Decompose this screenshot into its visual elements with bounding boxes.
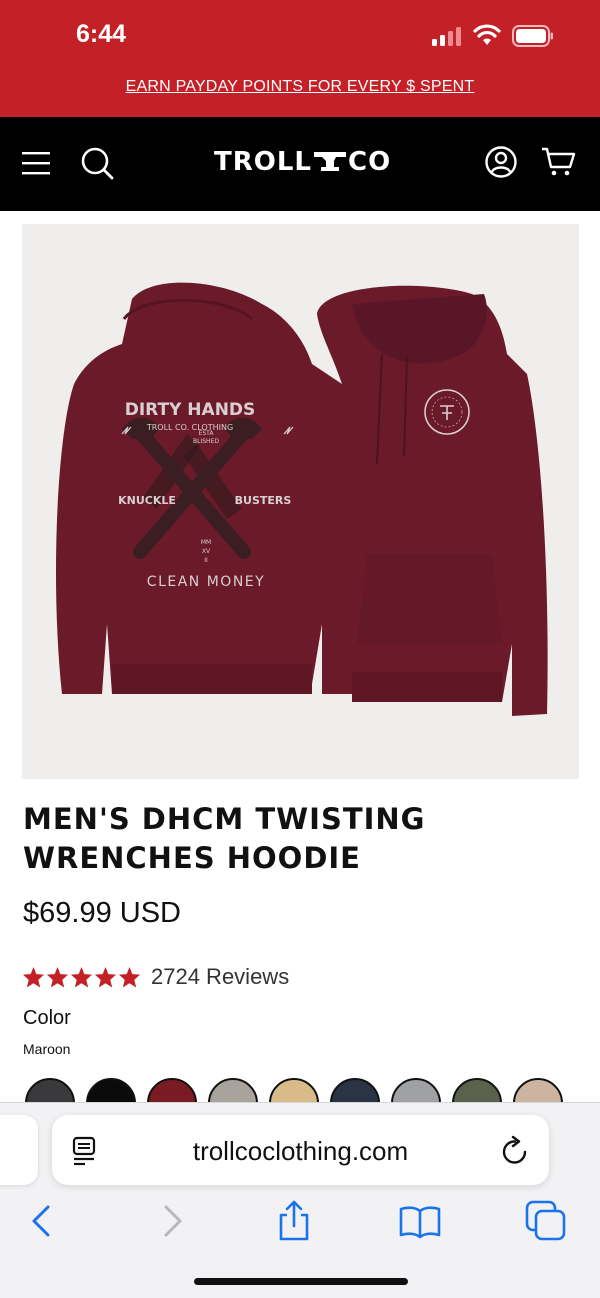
- wifi-icon: [473, 24, 501, 45]
- selected-color: Maroon: [23, 1041, 71, 1057]
- print-arc-top: DIRTY HANDS: [125, 400, 256, 420]
- star-icon: [22, 966, 45, 988]
- cellular-signal-icon: [432, 27, 461, 46]
- site-header: TROLL CO: [0, 117, 600, 211]
- cart-icon[interactable]: [540, 145, 576, 179]
- print-year3: II: [204, 557, 208, 564]
- print-year1: MM: [201, 539, 211, 546]
- product-rating[interactable]: 2724 Reviews: [22, 962, 289, 992]
- logo-text-left: TROLL: [214, 147, 312, 177]
- color-label: Color: [23, 1007, 71, 1029]
- print-est: ESTA: [199, 430, 215, 437]
- star-icon: [94, 966, 117, 988]
- browser-bottom-bar: trollcoclothing.com: [0, 1102, 600, 1298]
- print-bottom: CLEAN MONEY: [147, 574, 265, 590]
- star-icon: [70, 966, 93, 988]
- address-bar[interactable]: trollcoclothing.com: [52, 1115, 549, 1185]
- hoodie-illustration: DIRTY HANDS TROLL CO. CLOTHING ESTA BLIS…: [55, 282, 548, 716]
- print-year2: XV: [202, 548, 211, 555]
- review-count[interactable]: 2724 Reviews: [151, 964, 289, 990]
- logo-text-right: CO: [348, 147, 392, 177]
- forward-icon[interactable]: [150, 1199, 194, 1243]
- back-icon[interactable]: [20, 1199, 64, 1243]
- reload-icon[interactable]: [500, 1135, 530, 1167]
- battery-icon: [512, 25, 553, 47]
- share-icon[interactable]: [272, 1199, 316, 1243]
- previous-tab-preview[interactable]: [0, 1115, 38, 1185]
- product-image[interactable]: DIRTY HANDS TROLL CO. CLOTHING ESTA BLIS…: [22, 224, 579, 779]
- url-text[interactable]: trollcoclothing.com: [52, 1136, 549, 1167]
- star-icon: [46, 966, 69, 988]
- product-price: $69.99 USD: [23, 897, 181, 929]
- anvil-logo-icon: [314, 152, 346, 171]
- print-arc-sub: TROLL CO. CLOTHING: [146, 423, 233, 432]
- bookmarks-icon[interactable]: [398, 1199, 442, 1243]
- star-icon: [118, 966, 141, 988]
- search-icon[interactable]: [80, 146, 114, 180]
- promo-link[interactable]: EARN PAYDAY POINTS FOR EVERY $ SPENT: [0, 78, 600, 96]
- print-left: KNUCKLE: [118, 494, 176, 507]
- product-title: MEN'S DHCM TWISTING WRENCHES HOODIE: [23, 802, 426, 875]
- status-bar: 6:44: [0, 0, 600, 72]
- print-right: BUSTERS: [235, 494, 292, 507]
- print-blished: BLISHED: [193, 438, 219, 445]
- tabs-icon[interactable]: [524, 1199, 568, 1243]
- hamburger-menu-icon[interactable]: [22, 150, 52, 176]
- status-time: 6:44: [76, 20, 127, 48]
- site-logo[interactable]: TROLL CO: [214, 147, 391, 177]
- star-rating: [22, 966, 141, 988]
- account-icon[interactable]: [484, 145, 518, 179]
- home-indicator: [194, 1278, 408, 1285]
